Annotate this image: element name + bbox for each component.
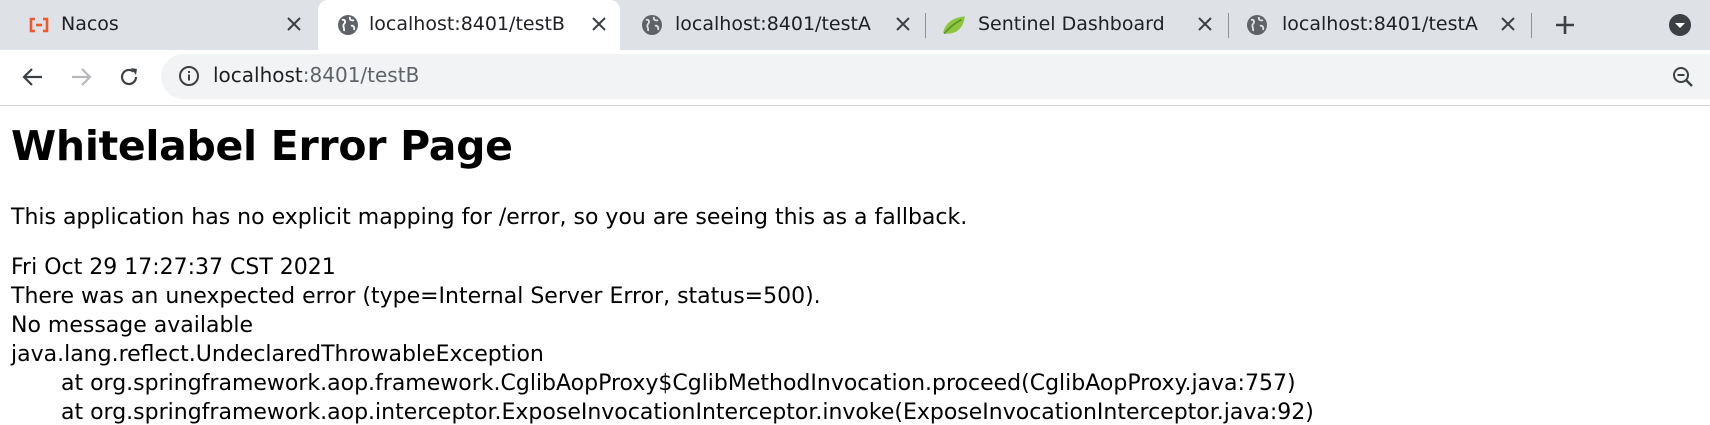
error-timestamp: Fri Oct 29 17:27:37 CST 2021 [11, 255, 336, 280]
exception-name: java.lang.reflect.UndeclaredThrowableExc… [11, 342, 544, 367]
reload-button[interactable] [114, 62, 144, 92]
tab-title: Sentinel Dashboard [978, 13, 1165, 35]
url-path: :8401/testB [302, 63, 420, 87]
forward-arrow-icon [72, 68, 92, 86]
back-button[interactable] [18, 62, 48, 92]
globe-icon [642, 15, 662, 35]
forward-button[interactable] [66, 62, 96, 92]
reload-icon [120, 68, 138, 86]
url-host: localhost [213, 63, 303, 87]
site-info-icon[interactable] [178, 65, 200, 87]
browser-toolbar: localhost:8401/testB [0, 50, 1710, 106]
tab-strip: Nacos localhost:8401/testB localhost:840… [0, 0, 1710, 50]
tab-search-chevron-icon[interactable] [1668, 13, 1692, 37]
error-type-line: There was an unexpected error (type=Inte… [11, 284, 821, 309]
tab-nacos[interactable]: Nacos [0, 0, 301, 50]
error-message-line: No message available [11, 313, 254, 338]
tab-title: Nacos [61, 13, 119, 35]
zoom-out-icon[interactable] [1671, 65, 1695, 89]
close-tab-icon[interactable] [588, 13, 610, 35]
tab-title: localhost:8401/testA [675, 13, 871, 35]
url-text[interactable]: localhost:8401/testB [213, 63, 419, 87]
error-description: This application has no explicit mapping… [11, 205, 968, 230]
page-title: Whitelabel Error Page [11, 122, 513, 170]
tab-title: localhost:8401/testB [369, 13, 565, 35]
stack-trace-line: at org.springframework.aop.framework.Cgl… [61, 371, 1296, 396]
sentinel-leaf-icon [943, 16, 965, 35]
globe-icon [1247, 15, 1267, 35]
new-tab-plus-icon[interactable] [1552, 12, 1578, 38]
close-tab-icon[interactable] [1194, 13, 1216, 35]
stack-trace-line: at org.springframework.aop.interceptor.E… [61, 400, 1314, 425]
tab-testa-2[interactable]: localhost:8401/testA [1229, 0, 1531, 50]
address-bar[interactable]: localhost:8401/testB [161, 54, 1710, 99]
nacos-logo-icon [29, 17, 49, 33]
close-tab-icon[interactable] [892, 13, 914, 35]
tab-separator [1531, 13, 1532, 38]
back-arrow-icon [22, 68, 42, 86]
globe-icon [338, 15, 358, 35]
tab-title: localhost:8401/testA [1282, 13, 1478, 35]
close-tab-icon[interactable] [283, 13, 305, 35]
tab-testb-active[interactable]: localhost:8401/testB [318, 0, 620, 50]
tab-sentinel-dashboard[interactable]: Sentinel Dashboard [926, 0, 1228, 50]
close-tab-icon[interactable] [1497, 13, 1519, 35]
tab-testa[interactable]: localhost:8401/testA [622, 0, 922, 50]
